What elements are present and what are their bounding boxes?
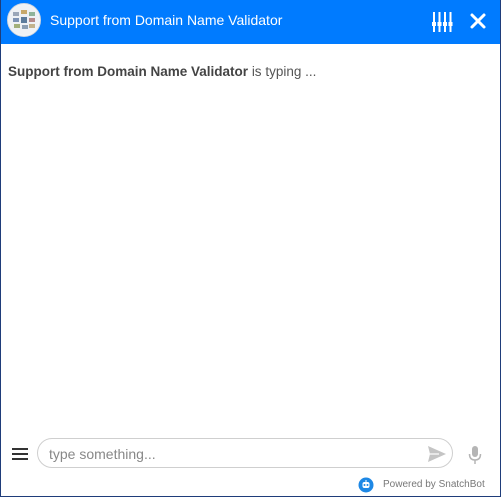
close-button[interactable] (468, 11, 488, 31)
settings-button[interactable] (431, 11, 453, 33)
message-area: Support from Domain Name Validator is ty… (1, 44, 500, 434)
domain-validator-logo-icon (9, 5, 39, 35)
chat-header: Support from Domain Name Validator (1, 0, 500, 44)
microphone-icon (468, 446, 482, 464)
send-icon (428, 446, 446, 462)
menu-button[interactable] (11, 446, 29, 462)
powered-by-text[interactable]: Powered by SnatchBot (383, 479, 485, 490)
chat-widget: Support from Domain Name Validator Suppo… (0, 0, 501, 497)
snatchbot-logo[interactable] (358, 477, 374, 493)
header-title: Support from Domain Name Validator (50, 12, 283, 28)
message-input-wrapper (37, 438, 453, 468)
menu-icon (12, 448, 28, 460)
footer: Powered by SnatchBot (1, 474, 500, 496)
close-icon (470, 13, 486, 29)
microphone-button[interactable] (468, 445, 482, 465)
agent-avatar (7, 3, 41, 37)
typing-suffix: is typing ... (251, 64, 317, 79)
settings-sliders-icon (432, 12, 453, 32)
snatchbot-logo-icon (358, 477, 374, 493)
typing-agent-name: Support from Domain Name Validator (8, 64, 249, 79)
composer (1, 436, 500, 472)
typing-indicator: Support from Domain Name Validator is ty… (8, 64, 316, 79)
send-button[interactable] (427, 445, 447, 463)
message-input[interactable] (47, 443, 411, 465)
